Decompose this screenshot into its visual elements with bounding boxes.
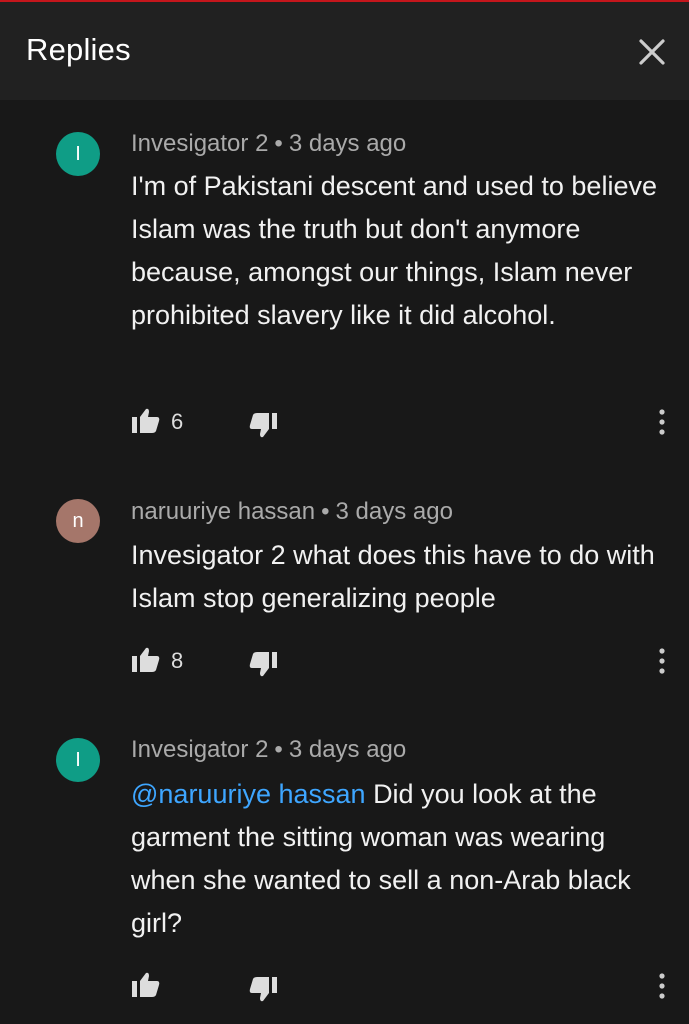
mention-link[interactable]: @naruuriye hassan <box>131 779 366 809</box>
close-icon[interactable] <box>632 32 672 72</box>
comment-meta: Invesigator 2 • 3 days ago <box>131 736 406 764</box>
avatar-letter: I <box>75 142 81 165</box>
comment-text: Invesigator 2 what does this have to do … <box>131 534 671 620</box>
thumbs-down-icon[interactable] <box>248 974 278 1004</box>
comment-time[interactable]: 3 days ago <box>336 498 453 525</box>
avatar[interactable]: n <box>56 499 100 543</box>
avatar-letter: n <box>72 509 84 532</box>
more-vertical-icon[interactable] <box>652 968 672 1004</box>
meta-separator: • <box>274 736 283 763</box>
comment-meta: Invesigator 2 • 3 days ago <box>131 130 406 158</box>
comment-time[interactable]: 3 days ago <box>289 130 406 157</box>
comment-body: Invesigator 2 what does this have to do … <box>131 540 655 613</box>
like-count: 8 <box>171 648 184 673</box>
thumbs-up-icon[interactable] <box>131 645 161 675</box>
comment-actions: 8 <box>0 641 689 681</box>
comment-author[interactable]: naruuriye hassan <box>131 498 315 525</box>
more-vertical-icon[interactable] <box>652 404 672 440</box>
comment-author[interactable]: Invesigator 2 <box>131 130 268 157</box>
comment-text: @naruuriye hassan Did you look at the ga… <box>131 773 671 945</box>
thumbs-up-icon[interactable] <box>131 406 161 436</box>
comment-meta: naruuriye hassan • 3 days ago <box>131 498 453 526</box>
thumbs-down-icon[interactable] <box>248 649 278 679</box>
comment-author[interactable]: Invesigator 2 <box>131 736 268 763</box>
like-count: 6 <box>171 409 184 434</box>
comment-body: I'm of Pakistani descent and used to bel… <box>131 171 657 330</box>
comment-text: I'm of Pakistani descent and used to bel… <box>131 165 671 337</box>
more-vertical-icon[interactable] <box>652 643 672 679</box>
avatar-letter: I <box>75 748 81 771</box>
replies-panel: Replies I Invesigator 2 • 3 days ago I'm o… <box>0 0 689 1024</box>
page-title: Replies <box>26 32 131 67</box>
avatar[interactable]: I <box>56 132 100 176</box>
thumbs-up-icon[interactable] <box>131 970 161 1000</box>
avatar[interactable]: I <box>56 738 100 782</box>
meta-separator: • <box>274 130 283 157</box>
comment-time[interactable]: 3 days ago <box>289 736 406 763</box>
replies-header: Replies <box>0 2 689 100</box>
thumbs-down-icon[interactable] <box>248 410 278 440</box>
comment-actions <box>0 966 689 1006</box>
meta-separator: • <box>321 498 330 525</box>
comment-actions: 6 <box>0 402 689 442</box>
